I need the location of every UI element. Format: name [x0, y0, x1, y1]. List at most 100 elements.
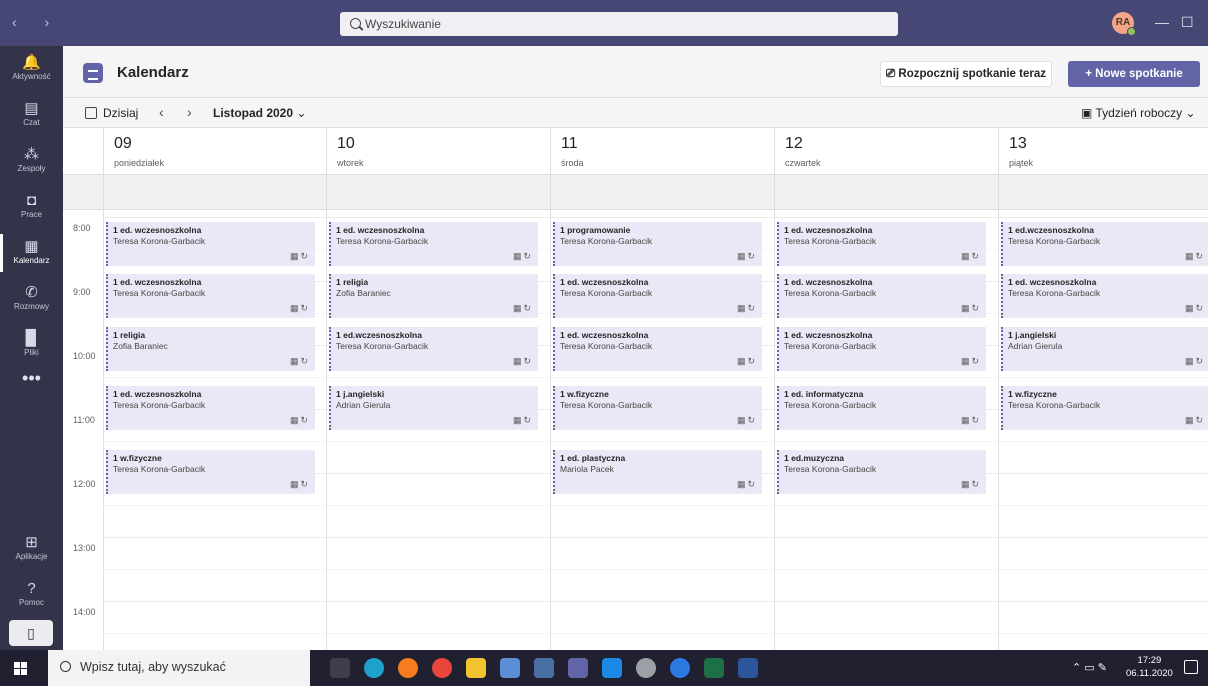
- chrome-icon[interactable]: [432, 658, 452, 678]
- firefox-icon[interactable]: [398, 658, 418, 678]
- all-day-row[interactable]: [63, 174, 1208, 210]
- event-organizer: Teresa Korona-Garbacik: [560, 236, 653, 246]
- channel-icon: ▦: [289, 356, 301, 366]
- event-title: 1 religia: [113, 330, 146, 340]
- plus-icon: +: [1085, 68, 1096, 80]
- rail-item[interactable]: ▉ Pliki: [0, 322, 63, 368]
- day-header[interactable]: 09 poniedziałek: [104, 128, 326, 174]
- event-organizer: Teresa Korona-Garbacik: [784, 400, 877, 410]
- calendar-event[interactable]: 1 ed. wczesnoszkolna Teresa Korona-Garbac…: [553, 274, 762, 318]
- calculator-icon[interactable]: [534, 658, 554, 678]
- new-meeting-button[interactable]: + Nowe spotkanie: [1068, 61, 1200, 87]
- mail-icon[interactable]: [602, 658, 622, 678]
- calendar-event[interactable]: 1 ed.wczesnoszkolna Teresa Korona-Garbaci…: [1001, 222, 1208, 266]
- day-header[interactable]: 11 środa: [551, 128, 773, 174]
- event-title: 1 w.fizyczne: [1008, 389, 1057, 399]
- history-nav[interactable]: ‹ ›: [12, 14, 61, 30]
- channel-icon: ▦: [289, 415, 301, 425]
- edge-icon[interactable]: [364, 658, 384, 678]
- calendar-event[interactable]: 1 religia Zofia Baraniec ▦↻: [106, 327, 315, 371]
- windows-start-icon[interactable]: [14, 662, 27, 675]
- event-title: 1 ed. wczesnoszkolna: [784, 277, 873, 287]
- view-switcher[interactable]: ▣ Tydzień roboczy ⌄: [1081, 106, 1196, 120]
- calendar-event[interactable]: 1 ed. wczesnoszkolna Teresa Korona-Garbac…: [777, 274, 986, 318]
- week-grid: 09 poniedziałek 10 wtorek 11 środa 12 czwartek 1…: [63, 128, 1208, 650]
- calendar-event[interactable]: 1 ed.wczesnoszkolna Teresa Korona-Garbaci…: [329, 327, 538, 371]
- event-organizer: Teresa Korona-Garbacik: [113, 236, 206, 246]
- event-organizer: Mariola Pacek: [560, 464, 614, 474]
- calendar-event[interactable]: 1 ed. wczesnoszkolna Teresa Korona-Garbac…: [106, 386, 315, 430]
- store-icon[interactable]: [500, 658, 520, 678]
- day-header[interactable]: 12 czwartek: [775, 128, 997, 174]
- calendar-event[interactable]: 1 ed. wczesnoszkolna Teresa Korona-Garbac…: [1001, 274, 1208, 318]
- title-bar: ‹ › Wyszukiwanie RA — ☐: [0, 0, 1208, 46]
- event-title: 1 j.angielski: [336, 389, 385, 399]
- task-view-icon[interactable]: [330, 658, 350, 678]
- channel-icon: ▦: [960, 251, 972, 261]
- calendar-event[interactable]: 1 ed. wczesnoszkolna Teresa Korona-Garbac…: [553, 327, 762, 371]
- day-header[interactable]: 10 wtorek: [327, 128, 549, 174]
- chevron-down-icon: ⌄: [1185, 106, 1196, 120]
- teams-icon[interactable]: [568, 658, 588, 678]
- avatar[interactable]: RA: [1112, 12, 1136, 36]
- excel-icon[interactable]: [704, 658, 724, 678]
- day-divider: [103, 128, 104, 650]
- system-tray[interactable]: ⌃ ▭ ✎: [1072, 661, 1107, 674]
- rail-item[interactable]: ✆ Rozmowy: [0, 276, 63, 322]
- ie-icon[interactable]: [670, 658, 690, 678]
- prev-week-button[interactable]: ‹: [159, 104, 164, 120]
- day-header[interactable]: 13 piątek: [999, 128, 1208, 174]
- day-number: 12: [785, 135, 803, 152]
- today-icon: [85, 107, 97, 119]
- rail-item[interactable]: ? Pomoc: [0, 572, 63, 618]
- rail-item[interactable]: ⁂ Zespoły: [0, 138, 63, 184]
- calendar-event[interactable]: 1 ed. wczesnoszkolna Teresa Korona-Garbac…: [329, 222, 538, 266]
- channel-icon: ▦: [512, 303, 524, 313]
- day-number: 11: [561, 135, 578, 152]
- maximize-button[interactable]: ☐: [1181, 14, 1194, 31]
- calendar-event[interactable]: 1 w.fizyczne Teresa Korona-Garbacik ▦↻: [553, 386, 762, 430]
- day-number: 10: [337, 135, 355, 152]
- next-week-button[interactable]: ›: [187, 104, 192, 120]
- calendar-event[interactable]: 1 religia Zofia Baraniec ▦↻: [329, 274, 538, 318]
- calendar-event[interactable]: 1 w.fizyczne Teresa Korona-Garbacik ▦↻: [106, 450, 315, 494]
- calendar-event[interactable]: 1 ed. informatyczna Teresa Korona-Garbaci…: [777, 386, 986, 430]
- calendar-event[interactable]: 1 w.fizyczne Teresa Korona-Garbacik ▦↻: [1001, 386, 1208, 430]
- notification-icon[interactable]: [1184, 660, 1198, 674]
- clock[interactable]: 17:29 06.11.2020: [1126, 654, 1173, 680]
- search-input[interactable]: Wyszukiwanie: [340, 12, 898, 36]
- rail-item[interactable]: ◘ Prace: [0, 184, 63, 230]
- taskbar-search[interactable]: Wpisz tutaj, aby wyszukać: [48, 650, 310, 686]
- calendar-event[interactable]: 1 ed. wczesnoszkolna Teresa Korona-Garbac…: [106, 274, 315, 318]
- calendar-event[interactable]: 1 ed.muzyczna Teresa Korona-Garbacik ▦↻: [777, 450, 986, 494]
- file-explorer-icon[interactable]: [466, 658, 486, 678]
- app-icon[interactable]: [636, 658, 656, 678]
- month-picker[interactable]: Listopad 2020 ⌄: [213, 106, 306, 120]
- help-icon: ?: [27, 580, 36, 597]
- event-organizer: Teresa Korona-Garbacik: [784, 464, 877, 474]
- calendar-event[interactable]: 1 programowanie Teresa Korona-Garbacik ▦↻: [553, 222, 762, 266]
- rail-item[interactable]: ⊞ Aplikacje: [0, 526, 63, 572]
- recurring-icon: ↻: [300, 303, 310, 313]
- event-organizer: Teresa Korona-Garbacik: [113, 464, 206, 474]
- word-icon[interactable]: [738, 658, 758, 678]
- calendar-event[interactable]: 1 ed. plastyczna Mariola Pacek ▦↻: [553, 450, 762, 494]
- today-button[interactable]: Dzisiaj: [85, 106, 138, 120]
- calendar-event[interactable]: 1 ed. wczesnoszkolna Teresa Korona-Garbac…: [106, 222, 315, 266]
- calendar-header: Kalendarz ⎚ Rozpocznij spotkanie teraz +…: [63, 46, 1208, 98]
- meet-now-button[interactable]: ⎚ Rozpocznij spotkanie teraz: [880, 61, 1052, 87]
- channel-icon: ▦: [512, 356, 524, 366]
- rail-item[interactable]: ▦ Kalendarz: [0, 230, 63, 276]
- minimize-button[interactable]: —: [1155, 14, 1169, 30]
- rail-item[interactable]: 🔔 Aktywność: [0, 46, 63, 92]
- channel-icon: ▦: [1184, 415, 1196, 425]
- event-title: 1 w.fizyczne: [113, 453, 162, 463]
- calendar-event[interactable]: 1 j.angielski Adrian Gierula ▦↻: [1001, 327, 1208, 371]
- calendar-event[interactable]: 1 ed. wczesnoszkolna Teresa Korona-Garbac…: [777, 327, 986, 371]
- recurring-icon: ↻: [971, 251, 981, 261]
- device-icon[interactable]: ▯: [9, 620, 53, 646]
- calendar-event[interactable]: 1 ed. wczesnoszkolna Teresa Korona-Garbac…: [777, 222, 986, 266]
- rail-item[interactable]: ▤ Czat: [0, 92, 63, 138]
- calendar-event[interactable]: 1 j.angielski Adrian Gierula ▦↻: [329, 386, 538, 430]
- more-apps-icon[interactable]: •••: [0, 368, 63, 389]
